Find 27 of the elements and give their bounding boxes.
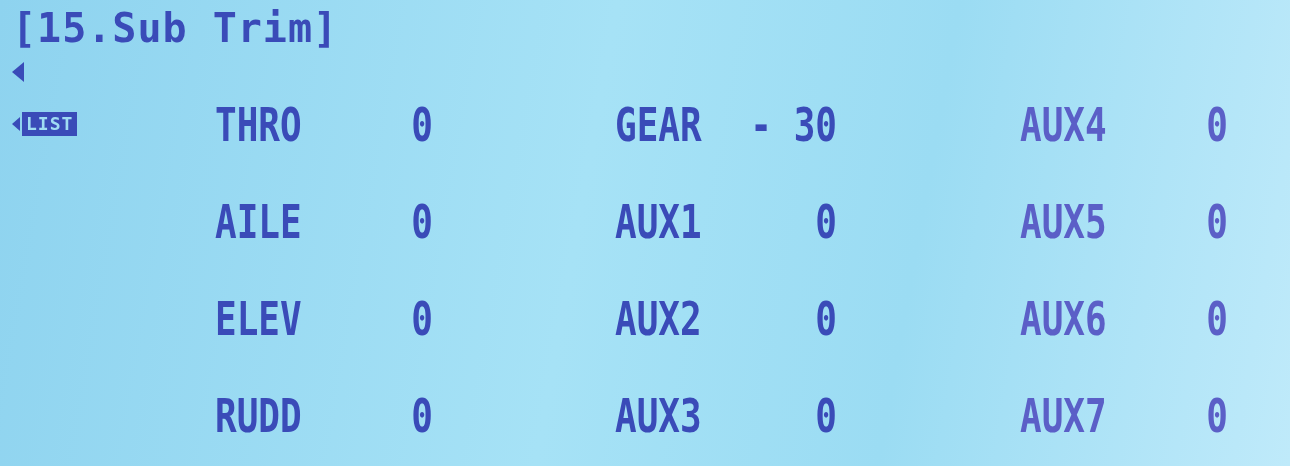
channel-name: AUX5 <box>1020 198 1107 246</box>
trim-value[interactable]: - 30 <box>750 101 837 149</box>
trim-value[interactable]: 0 <box>815 392 837 440</box>
channel-name: RUDD <box>215 392 302 440</box>
channel-name: AILE <box>215 198 302 246</box>
channel-name: GEAR <box>615 101 702 149</box>
trim-value[interactable]: 0 <box>1206 198 1228 246</box>
trim-value[interactable]: 0 <box>411 198 433 246</box>
channel-name: AUX4 <box>1020 101 1107 149</box>
trim-value[interactable]: 0 <box>1206 392 1228 440</box>
trim-value[interactable]: 0 <box>411 392 433 440</box>
screen-title: [15.Sub Trim] <box>12 8 339 48</box>
channel-name: AUX6 <box>1020 295 1107 343</box>
channel-name: AUX1 <box>615 198 702 246</box>
trim-value[interactable]: 0 <box>411 295 433 343</box>
channel-name: AUX7 <box>1020 392 1107 440</box>
channel-name: THRO <box>215 101 302 149</box>
channel-name: AUX3 <box>615 392 702 440</box>
trim-value[interactable]: 0 <box>1206 101 1228 149</box>
trim-value[interactable]: 0 <box>411 101 433 149</box>
channel-name: AUX2 <box>615 295 702 343</box>
left-arrow-icon <box>12 117 20 131</box>
trim-value[interactable]: 0 <box>815 295 837 343</box>
trim-value[interactable]: 0 <box>815 198 837 246</box>
left-arrow-icon <box>12 62 24 82</box>
trim-value[interactable]: 0 <box>1206 295 1228 343</box>
channel-name: ELEV <box>215 295 302 343</box>
